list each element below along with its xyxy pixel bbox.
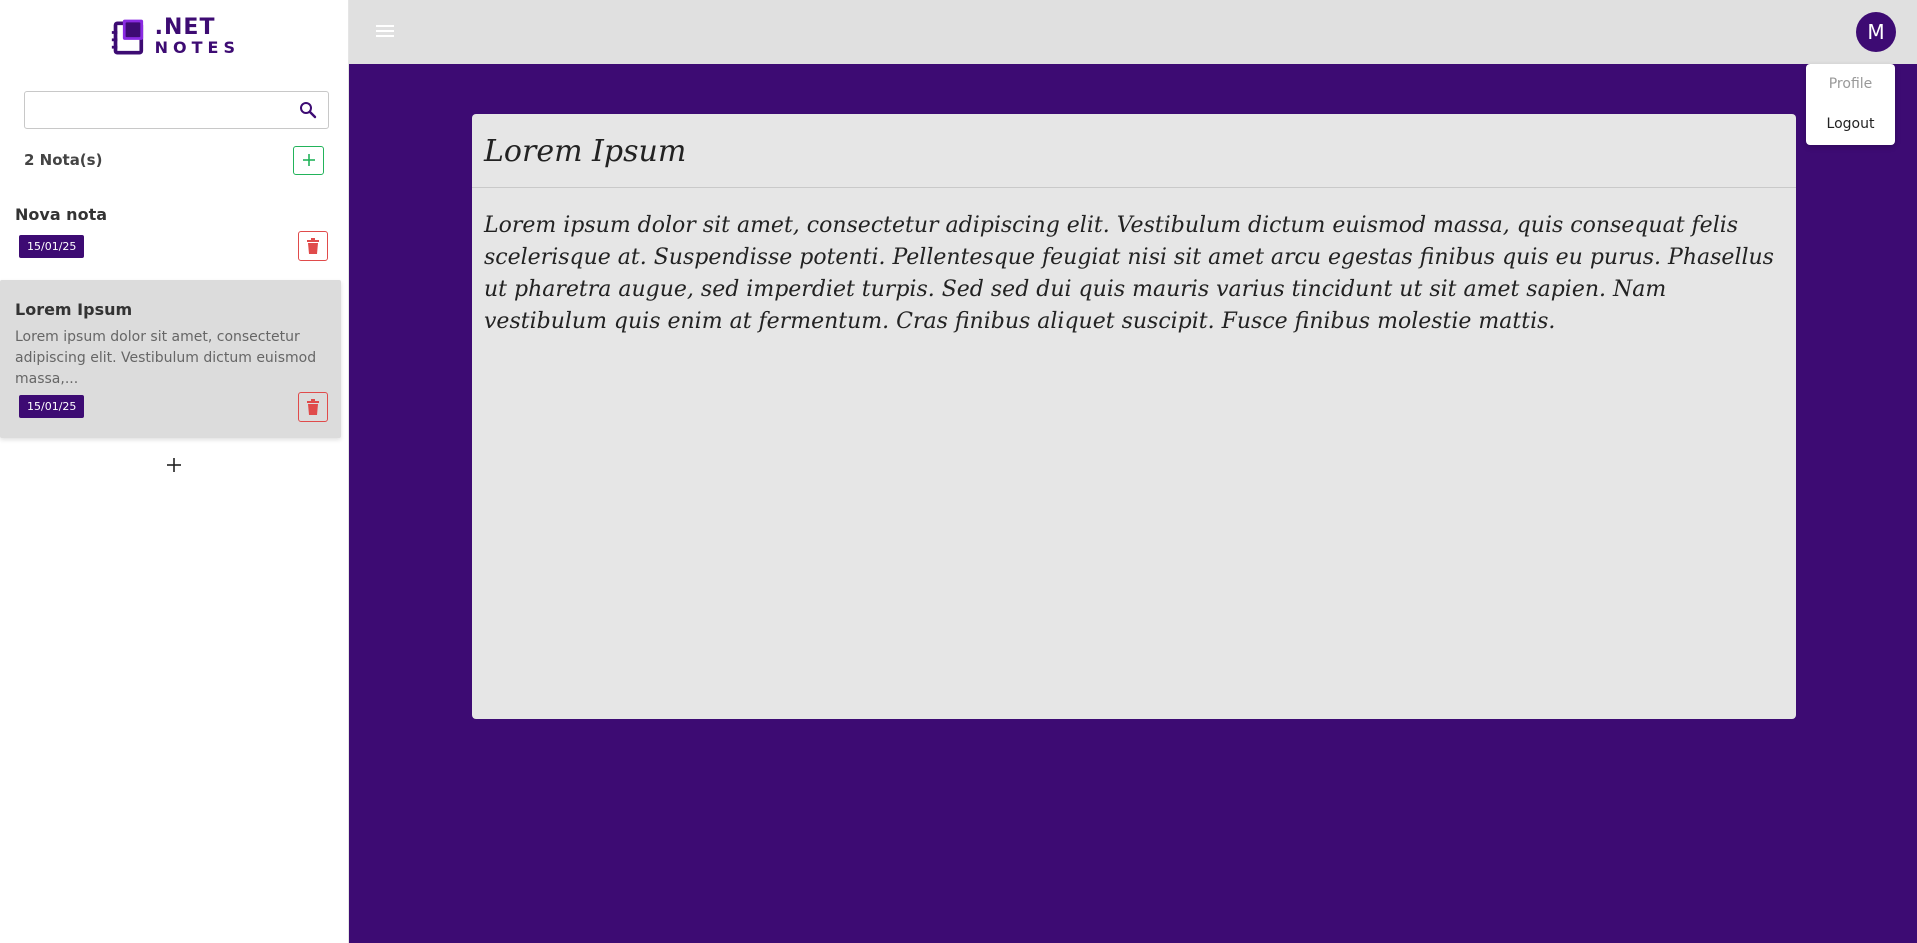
logo-line1: .NET — [154, 15, 216, 40]
search-box — [24, 91, 329, 129]
sidebar: .NET NOTES 2 Nota(s) Nova nota 15/01/25 — [0, 0, 349, 943]
note-body-field[interactable]: Lorem ipsum dolor sit amet, consectetur … — [472, 188, 1796, 360]
note-title: Lorem Ipsum — [15, 300, 133, 319]
plus-icon — [302, 154, 315, 166]
note-preview: Lorem ipsum dolor sit amet, consectetur … — [15, 329, 317, 387]
note-title-field[interactable]: Lorem Ipsum — [472, 114, 1796, 188]
top-bar: M — [349, 0, 1917, 64]
search-input[interactable] — [25, 92, 288, 128]
note-date-badge: 15/01/25 — [19, 235, 85, 258]
note-title: Nova nota — [15, 205, 108, 224]
note-list-item-selected[interactable]: Lorem Ipsum Lorem ipsum dolor sit amet, … — [0, 280, 341, 438]
logo-line2: NOTES — [154, 38, 240, 57]
note-list-item[interactable]: Nova nota 15/01/25 — [0, 186, 341, 276]
app-logo: .NET NOTES — [110, 16, 240, 60]
hamburger-menu-icon[interactable] — [375, 22, 395, 40]
trash-icon — [307, 399, 319, 415]
menu-item-logout[interactable]: Logout — [1806, 104, 1895, 144]
notes-count-row: 2 Nota(s) — [24, 145, 324, 175]
add-note-button[interactable] — [293, 145, 324, 175]
user-avatar-button[interactable]: M — [1856, 12, 1896, 52]
note-editor: Lorem Ipsum Lorem ipsum dolor sit amet, … — [472, 114, 1796, 719]
logo-notes-icon — [111, 19, 144, 55]
search-icon[interactable] — [288, 92, 328, 128]
user-menu-dropdown: Profile Logout — [1806, 64, 1895, 145]
note-date-badge: 15/01/25 — [19, 395, 85, 418]
trash-icon — [307, 238, 319, 254]
menu-item-profile[interactable]: Profile — [1806, 64, 1895, 104]
notes-count-label: 2 Nota(s) — [24, 151, 103, 169]
delete-note-button[interactable] — [298, 392, 328, 422]
delete-note-button[interactable] — [298, 231, 328, 261]
logo-text: .NET NOTES — [154, 15, 240, 58]
add-note-bottom-button[interactable] — [163, 454, 185, 476]
plus-icon — [167, 458, 181, 472]
main-content: Lorem Ipsum Lorem ipsum dolor sit amet, … — [349, 64, 1917, 943]
